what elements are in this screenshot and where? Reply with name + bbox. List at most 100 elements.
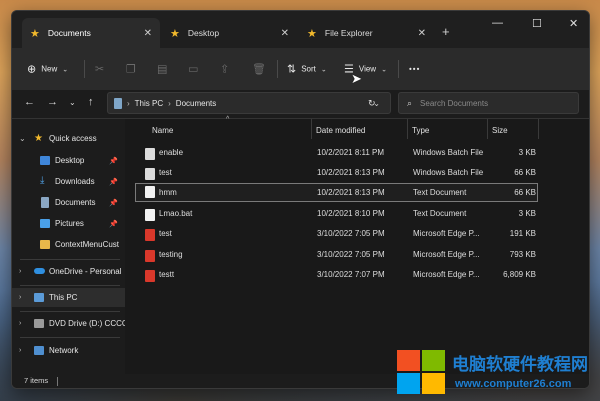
file-type: Windows Batch File (413, 168, 484, 177)
new-tab-icon[interactable]: + (442, 24, 450, 39)
close-tab-icon[interactable]: ✕ (281, 28, 289, 39)
pin-icon: 📌 (109, 199, 118, 207)
tab-file-explorer[interactable]: ★ File Explorer ✕ (299, 18, 434, 48)
nav-item-documents[interactable]: Documents 📌 (12, 193, 125, 212)
star-icon: ★ (170, 27, 180, 40)
search-box[interactable]: ⌕ Search Documents (398, 92, 579, 114)
column-divider[interactable] (538, 119, 539, 139)
file-type: Microsoft Edge P... (413, 229, 480, 238)
file-row[interactable]: enable 10/2/2021 8:11 PM Windows Batch F… (135, 143, 538, 162)
paste-icon[interactable]: ▤ (157, 63, 167, 76)
nav-item-downloads[interactable]: ⤓ Downloads 📌 (12, 172, 125, 191)
nav-label: Network (49, 346, 79, 355)
file-date: 10/2/2021 8:13 PM (317, 168, 385, 177)
nav-item-pictures[interactable]: Pictures 📌 (12, 214, 125, 233)
nav-label: DVD Drive (D:) CCCC (49, 319, 125, 328)
dvd-drive-icon (34, 319, 44, 328)
chevron-down-icon: ⌄ (320, 66, 327, 73)
file-size: 3 KB (518, 209, 536, 218)
column-header-type[interactable]: Type (412, 122, 429, 138)
file-row[interactable]: testing 3/10/2022 7:05 PM Microsoft Edge… (135, 245, 538, 264)
nav-quick-access[interactable]: ⌄ ★ Quick access (12, 129, 125, 148)
recent-locations-icon[interactable]: ⌄ (69, 98, 76, 107)
nav-item-desktop[interactable]: Desktop 📌 (12, 151, 125, 170)
network-icon (34, 346, 44, 355)
back-arrow-icon[interactable]: ← (24, 96, 35, 108)
file-name: enable (159, 148, 184, 157)
column-divider[interactable] (311, 119, 312, 139)
sort-button[interactable]: ⇅ Sort ⌄ (287, 63, 327, 76)
nav-label: This PC (49, 293, 78, 302)
nav-onedrive[interactable]: › OneDrive - Personal (12, 262, 125, 281)
file-date: 10/2/2021 8:11 PM (317, 148, 385, 157)
cut-icon[interactable]: ✂ (95, 63, 104, 76)
refresh-icon[interactable]: ↻ (368, 98, 376, 109)
up-arrow-icon[interactable]: ↑ (88, 96, 94, 108)
status-divider (57, 377, 58, 386)
copy-icon[interactable]: ❐ (126, 63, 136, 76)
share-icon[interactable]: ⇪ (220, 63, 229, 76)
file-date: 3/10/2022 7:07 PM (317, 270, 385, 279)
document-icon (41, 197, 49, 208)
new-label: New (41, 64, 58, 74)
download-icon: ⤓ (40, 175, 45, 186)
address-bar[interactable]: › This PC › Documents ⌄ (107, 92, 391, 114)
close-tab-icon[interactable]: ✕ (418, 28, 426, 39)
file-row[interactable]: Lmao.bat 10/2/2021 8:10 PM Text Document… (135, 204, 538, 223)
minimize-icon[interactable]: — (492, 17, 503, 29)
file-explorer-window: ★ Documents ✕ ★ Desktop ✕ ★ File Explore… (11, 10, 590, 389)
column-divider[interactable] (487, 119, 488, 139)
file-row[interactable]: hmm 10/2/2021 8:13 PM Text Document 66 K… (135, 183, 538, 202)
file-date: 3/10/2022 7:05 PM (317, 229, 385, 238)
breadcrumb-documents[interactable]: Documents (176, 99, 216, 108)
address-row: ← → ⌄ ↑ › This PC › Documents ⌄ ↻ ⌕ Sear… (12, 90, 589, 118)
pin-icon: 📌 (109, 157, 118, 165)
nav-network[interactable]: › Network (12, 341, 125, 360)
rename-icon[interactable]: ▭ (188, 63, 198, 76)
nav-dvd-drive[interactable]: › DVD Drive (D:) CCCC (12, 314, 125, 333)
file-row[interactable]: test 3/10/2022 7:05 PM Microsoft Edge P.… (135, 224, 538, 243)
cloud-icon (34, 268, 45, 274)
watermark-title: 电脑软硬件教程网 (452, 355, 588, 375)
file-name: hmm (159, 188, 177, 197)
close-tab-icon[interactable]: ✕ (144, 28, 152, 39)
tab-bar: ★ Documents ✕ ★ Desktop ✕ ★ File Explore… (12, 11, 589, 48)
tab-desktop[interactable]: ★ Desktop ✕ (162, 18, 297, 48)
file-size: 191 KB (509, 229, 536, 238)
delete-icon[interactable]: 🗑 (252, 63, 266, 76)
nav-label: Quick access (49, 134, 97, 143)
file-row[interactable]: testt 3/10/2022 7:07 PM Microsoft Edge P… (135, 265, 538, 284)
nav-label: Desktop (55, 156, 85, 165)
column-header-name[interactable]: Name (152, 122, 173, 138)
search-placeholder: Search Documents (420, 98, 489, 108)
column-header-size[interactable]: Size (492, 122, 508, 138)
column-divider[interactable] (407, 119, 408, 139)
nav-divider (20, 259, 120, 260)
sort-caret-icon: ^ (226, 116, 230, 123)
close-window-icon[interactable]: ✕ (569, 17, 578, 30)
file-size: 6,809 KB (503, 270, 536, 279)
item-count: 7 items (24, 376, 49, 385)
forward-arrow-icon[interactable]: → (47, 96, 58, 108)
nav-item-contextmenucust[interactable]: ContextMenuCust (12, 235, 125, 254)
this-pc-icon (114, 97, 122, 109)
file-name: testing (159, 250, 183, 259)
maximize-icon[interactable]: ☐ (532, 17, 542, 30)
tab-documents[interactable]: ★ Documents ✕ (22, 18, 160, 48)
chevron-right-icon: › (19, 347, 22, 354)
pdf-file-icon (145, 270, 155, 282)
more-options-button[interactable]: ••• (409, 65, 420, 74)
nav-this-pc[interactable]: › This PC (12, 288, 125, 307)
tab-label: File Explorer (324, 28, 373, 38)
breadcrumb-this-pc[interactable]: This PC (135, 99, 163, 108)
file-row[interactable]: test 10/2/2021 8:13 PM Windows Batch Fil… (135, 163, 538, 182)
column-header-date[interactable]: Date modified (316, 122, 365, 138)
folder-icon (40, 240, 50, 249)
file-type: Text Document (413, 188, 467, 197)
nav-label: ContextMenuCust (55, 240, 120, 249)
pdf-file-icon (145, 229, 155, 241)
file-size: 66 KB (514, 168, 536, 177)
chevron-right-icon: › (168, 98, 171, 108)
new-button[interactable]: ⊕ New ⌄ (27, 63, 68, 76)
mouse-cursor-icon: ➤ (351, 71, 362, 86)
